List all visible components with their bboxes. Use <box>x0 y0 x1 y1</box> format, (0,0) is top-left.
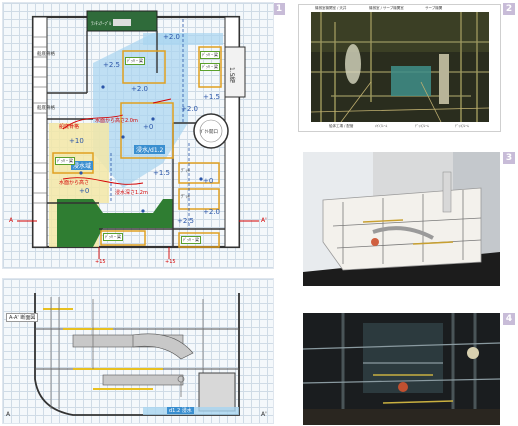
render-footer-2: ﾒｲﾝﾌﾚｰﾑ <box>375 124 388 128</box>
dim-label-1: +15 <box>95 259 106 265</box>
section-mark-a-prime: A' <box>261 217 267 224</box>
floor-plan-sheet: 船底骨格 船底骨格 ﾗﾝﾁｭﾃｰﾌﾞﾙ ﾃﾞｯｷ ﾃﾞｯｷ 1.5階 ﾀﾞｸﾄ開… <box>2 2 274 269</box>
water-label: 浸水/d1.2 <box>134 145 166 154</box>
level-7: +1.5 <box>153 169 170 177</box>
render-header-3: サーブ機関 <box>425 6 443 10</box>
deck-tag-6: ﾃﾞｯｷ・梁 <box>181 236 201 244</box>
level-2: +2.5 <box>103 61 120 69</box>
room-label-top: ﾗﾝﾁｭﾃｰﾌﾞﾙ <box>91 22 112 27</box>
tank-label: ﾀﾞｸﾄ開口 <box>200 130 218 135</box>
section-mark-a: A <box>6 411 11 418</box>
level-10: +2.0 <box>203 208 220 216</box>
room-label-hull-1: 船底骨格 <box>37 52 55 57</box>
level-8: +0 <box>143 123 154 131</box>
level-4: +1.5 <box>203 93 220 101</box>
room-label-deck-2: ﾃﾞｯｷ <box>181 195 190 200</box>
floor-plan-drawing <box>17 10 259 259</box>
room-label-deck-1: ﾃﾞｯｷ <box>181 169 190 174</box>
red-note-2: 船底骨格 <box>59 124 80 130</box>
render-footer-1: 船体工場 / 配管 <box>329 124 354 128</box>
render-header-2: 機械室 / サーブ機関室 <box>369 6 404 10</box>
figure-number-1: 1 <box>273 3 285 15</box>
figure-number-4: 4 <box>503 313 515 325</box>
level-6: +2.0 <box>181 105 198 113</box>
engine-room-render <box>311 12 489 122</box>
red-note-4: 浸水深さ1.2m <box>115 190 148 196</box>
model-photo <box>303 152 500 286</box>
level-1: +2.0 <box>163 33 180 41</box>
level-5: +10 <box>69 137 84 145</box>
site-photo <box>303 313 500 425</box>
deck-tag-4: ﾃﾞｯｷ・梁 <box>55 157 75 165</box>
dim-label-2: +15 <box>165 259 176 265</box>
room-label-hull-2: 船底骨格 <box>37 106 55 111</box>
level-9: +2.5 <box>177 217 194 225</box>
section-drawing <box>34 293 240 416</box>
level-11: +0 <box>79 187 90 195</box>
stair-label: 1.5階 <box>228 67 235 83</box>
section-mark-a: A <box>9 217 14 224</box>
section-water-label: d1.2 浸水 <box>167 407 194 414</box>
top-machine-panel <box>113 19 131 26</box>
level-3: +2.0 <box>131 85 148 93</box>
red-note-1: 水面から高さ2.0m <box>95 118 138 124</box>
section-caption: A-A' 断面図 <box>6 313 39 322</box>
render-frame: 機械室機関室 / 天井 機械室 / サーブ機関室 サーブ機関 船体工場 / 配管… <box>298 4 501 132</box>
figure-number-3: 3 <box>503 152 515 164</box>
deck-tag-5: ﾃﾞｯｷ・梁 <box>103 233 123 241</box>
red-note-3: 水面から高さ <box>59 180 90 186</box>
section-tank <box>198 372 236 412</box>
deck-tag-1: ﾃﾞｯｷ・梁 <box>125 57 145 65</box>
render-footer-3: ﾃﾞｯｷﾌﾚｰﾑ <box>415 124 429 128</box>
figure-number-2: 2 <box>503 3 515 15</box>
section-mark-a-prime: A' <box>261 411 267 418</box>
render-header-1: 機械室機関室 / 天井 <box>315 6 347 10</box>
section-sheet: A-A' 断面図 d1.2 浸水 A A' <box>2 278 274 424</box>
deck-tag-3: ﾃﾞｯｷ・梁 <box>200 63 220 71</box>
level-12: +0 <box>203 177 214 185</box>
section-ducts <box>72 333 194 386</box>
deck-tag-2: ﾃﾞｯｷ・梁 <box>200 51 220 59</box>
render-footer-4: ﾃﾞｯｷﾌﾚｰﾑ <box>455 124 469 128</box>
